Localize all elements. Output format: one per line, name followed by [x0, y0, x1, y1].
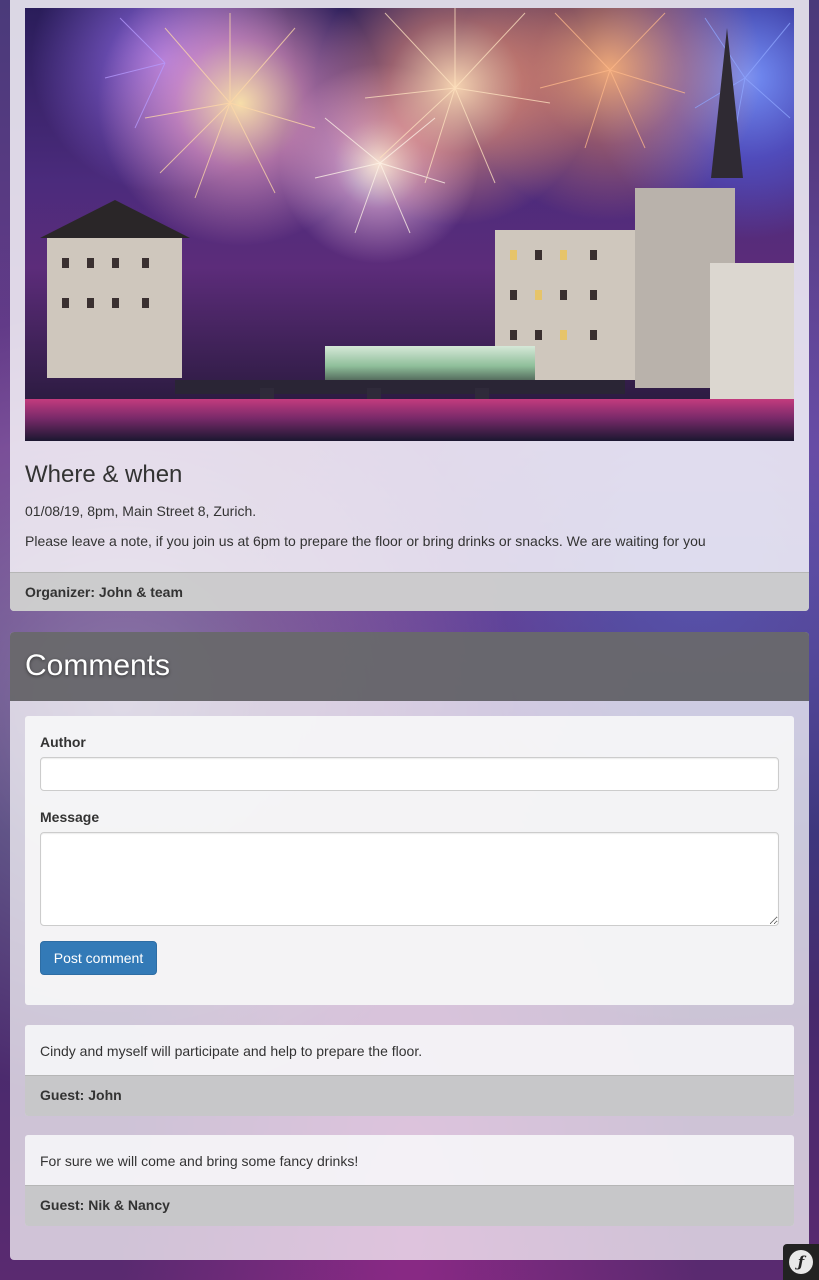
comment-text: For sure we will come and bring some fan… [40, 1153, 359, 1169]
river-water [25, 399, 794, 441]
organizer-footer: Organizer: John & team [10, 572, 809, 611]
message-textarea[interactable] [40, 832, 779, 926]
comment-card: Cindy and myself will participate and he… [25, 1025, 794, 1116]
bridge [175, 380, 625, 394]
comment-card: For sure we will come and bring some fan… [25, 1135, 794, 1226]
event-panel: Where & when 01/08/19, 8pm, Main Street … [10, 0, 809, 611]
debug-toolbar-toggle[interactable]: ƒ [783, 1244, 819, 1280]
church-spire [711, 28, 743, 178]
event-details: Where & when 01/08/19, 8pm, Main Street … [25, 441, 794, 551]
author-label: Author [40, 734, 86, 750]
message-label: Message [40, 809, 100, 825]
comments-header: Comments [10, 632, 809, 701]
comment-text: Cindy and myself will participate and he… [40, 1043, 423, 1059]
post-comment-button[interactable]: Post comment [40, 941, 157, 975]
where-when-heading: Where & when [25, 461, 183, 488]
event-note: Please leave a note, if you join us at 6… [25, 533, 706, 549]
building-left [47, 238, 182, 378]
house-roof-left [40, 200, 190, 238]
symfony-logo-icon: ƒ [789, 1250, 813, 1274]
event-date-location: 01/08/19, 8pm, Main Street 8, Zurich. [25, 503, 257, 519]
comment-guest: Guest: Nik & Nancy [25, 1185, 794, 1226]
comments-title: Comments [25, 649, 171, 682]
comment-form: Author Message Post comment [25, 716, 794, 1005]
comments-panel: Comments Author Message Post comment Cin… [10, 632, 809, 1260]
author-input[interactable] [40, 757, 779, 791]
event-image [25, 8, 794, 441]
comment-guest: Guest: John [25, 1075, 794, 1116]
